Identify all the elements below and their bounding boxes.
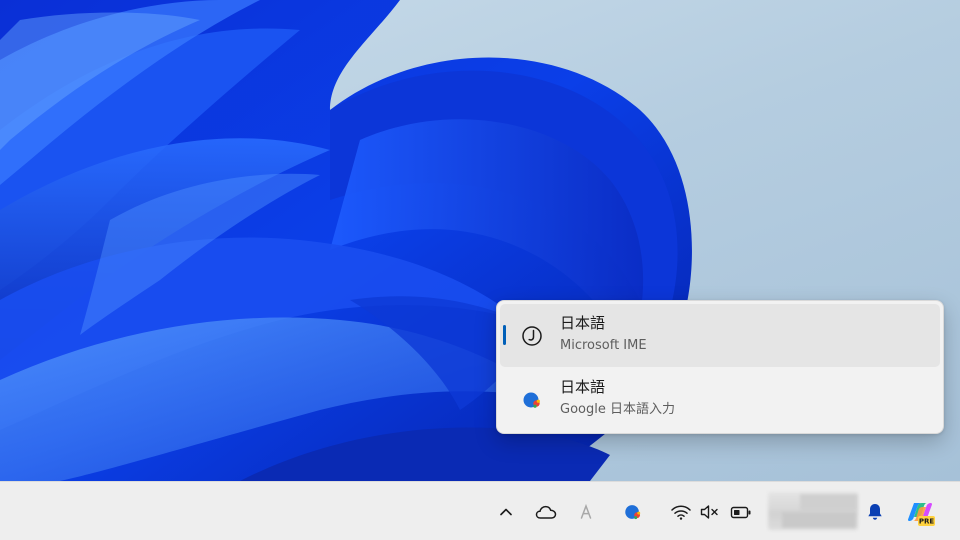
chevron-up-icon[interactable]: [494, 482, 518, 540]
ime-option-google-japanese-input[interactable]: 日本語 Google 日本語入力: [500, 368, 940, 431]
google-japanese-input-icon: [521, 389, 543, 411]
wifi-icon[interactable]: [668, 482, 694, 540]
microsoft-ime-icon: [521, 325, 543, 347]
copilot-badge-text: PRE: [919, 517, 935, 525]
taskbar: PRE: [0, 481, 960, 540]
ime-language-label: 日本語: [560, 378, 606, 396]
clock-area-blurred[interactable]: [768, 492, 858, 530]
copilot-icon[interactable]: PRE: [902, 482, 938, 540]
onedrive-cloud-icon[interactable]: [533, 482, 559, 540]
google-ime-icon[interactable]: [621, 482, 645, 540]
ime-method-label: Google 日本語入力: [560, 402, 675, 417]
ime-option-microsoft-ime[interactable]: 日本語 Microsoft IME: [500, 304, 940, 367]
selection-indicator: [503, 325, 506, 345]
input-method-flyout: 日本語 Microsoft IME 日本語 Google 日本語入力: [496, 300, 944, 434]
ime-language-label: 日本語: [560, 314, 606, 332]
ime-method-label: Microsoft IME: [560, 338, 647, 353]
battery-icon[interactable]: [728, 482, 754, 540]
volume-muted-icon[interactable]: [698, 482, 722, 540]
ime-mode-a-icon[interactable]: [576, 482, 596, 540]
bell-notification-icon[interactable]: [863, 482, 887, 540]
